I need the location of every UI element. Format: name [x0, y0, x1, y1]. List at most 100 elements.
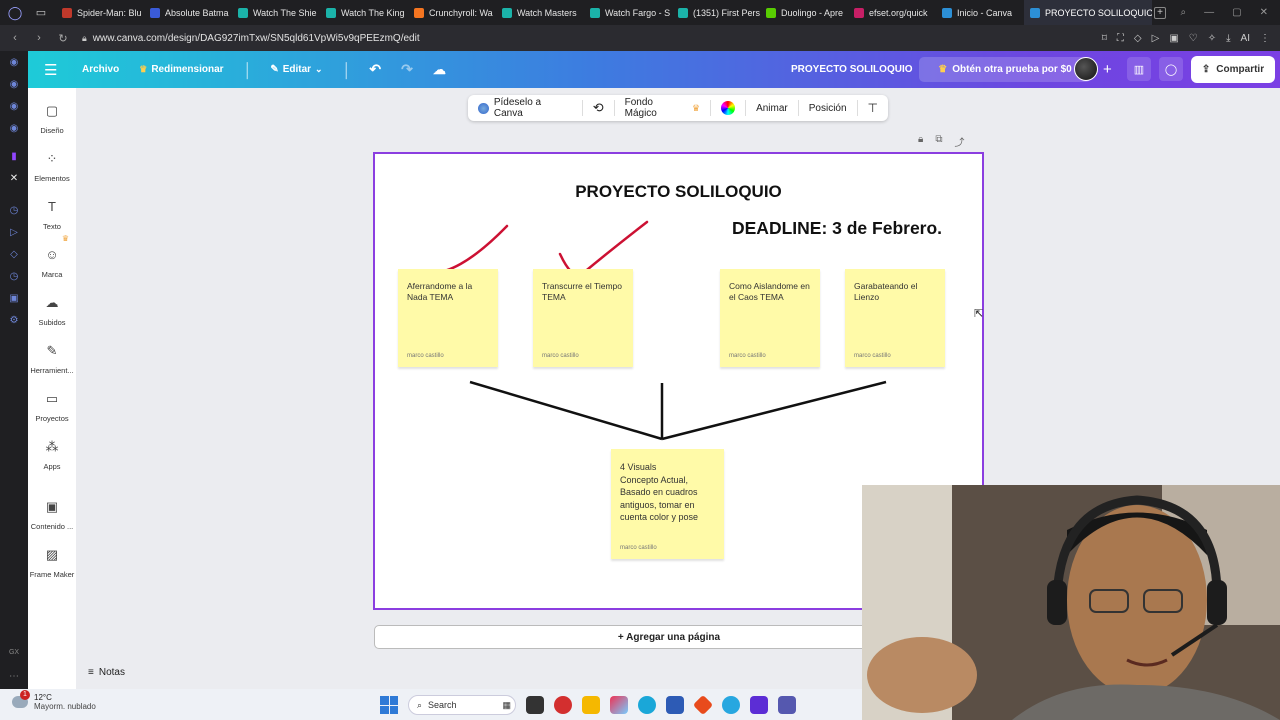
checkmark-2[interactable] — [558, 220, 649, 277]
sidebar-item-frame[interactable]: ▨ Frame Maker — [28, 546, 76, 579]
connector-left[interactable] — [469, 380, 663, 441]
ai-icon[interactable]: AI — [1241, 33, 1250, 44]
position-button[interactable]: Posición — [799, 95, 857, 121]
close-icon[interactable]: ✕ — [1260, 7, 1268, 18]
git-icon[interactable] — [692, 694, 714, 716]
gx-icon[interactable]: GX — [8, 649, 20, 661]
url-field[interactable]: www.canva.com/design/DAG927imTxw/SN5qld6… — [93, 33, 420, 44]
more-icon[interactable]: ⋯ — [8, 671, 20, 683]
sticky-note-summary[interactable]: 4 Visuals Concepto Actual, Basado en cua… — [611, 449, 724, 559]
bookmark-icon[interactable]: ⌑ — [1102, 33, 1107, 44]
x-icon[interactable]: ✕ — [8, 173, 20, 185]
back-icon[interactable]: ‹ — [6, 32, 24, 44]
lock-icon[interactable]: 🔒︎ — [918, 134, 923, 149]
minimize-icon[interactable]: — — [1204, 7, 1214, 18]
browser-tab[interactable]: Watch Fargo - S — [584, 0, 672, 25]
sidebar-item-brand[interactable]: ☺ Marca ♛ — [28, 234, 76, 279]
vscode-icon[interactable] — [722, 696, 740, 714]
taskbar-search[interactable]: ⌕ Search ▦ — [408, 695, 516, 715]
cube-icon[interactable]: ▣ — [8, 293, 20, 305]
redimensionar-button[interactable]: ♛ Redimensionar — [139, 64, 223, 75]
store-icon[interactable] — [666, 696, 684, 714]
maximize-icon[interactable]: ▢ — [1232, 7, 1241, 18]
magic-background-button[interactable]: Fondo Mágico ♛ — [615, 95, 710, 121]
menu-dots-icon[interactable]: ⋮ — [1260, 33, 1270, 44]
duplicate-icon[interactable]: ⧉ — [935, 134, 942, 149]
sidebar-item-layout[interactable]: ▢ Diseño — [28, 102, 76, 135]
download-icon[interactable]: ⤓ — [1226, 33, 1230, 44]
browser-tab[interactable]: Crunchyroll: Wa — [408, 0, 496, 25]
insights-icon[interactable]: ▥ — [1127, 57, 1151, 81]
archivo-menu[interactable]: Archivo — [82, 64, 119, 75]
share-button[interactable]: ⇪ Compartir — [1191, 56, 1275, 83]
color-button[interactable] — [711, 95, 745, 121]
mail-icon[interactable]: ◉ — [8, 101, 20, 113]
animate-button[interactable]: Animar — [746, 95, 798, 121]
shield-icon[interactable]: ◇ — [1134, 33, 1142, 44]
ask-canva-button[interactable]: Pídeselo a Canva — [468, 95, 582, 121]
wallet-icon[interactable]: ▣ — [1169, 33, 1178, 44]
messenger-icon[interactable]: ◉ — [8, 57, 20, 69]
sticky-note[interactable]: Como Aislandome en el Caos TEMA marco ca… — [720, 269, 820, 367]
undo-button[interactable]: ↶ — [369, 61, 381, 78]
browser-tab[interactable]: efset.org/quick — [848, 0, 936, 25]
reload-icon[interactable]: ↻ — [54, 32, 72, 45]
sidebar-item-apps[interactable]: ⁂ Apps — [28, 438, 76, 471]
screenshot-icon[interactable]: ⛶ — [1117, 33, 1124, 44]
browser-tab[interactable]: (1351) First Pers — [672, 0, 760, 25]
browser-logo-icon[interactable]: ◯ — [4, 2, 26, 24]
opera-gx-icon[interactable] — [554, 696, 572, 714]
edge-icon[interactable] — [638, 696, 656, 714]
play-icon[interactable]: ▷ — [1152, 33, 1160, 44]
settings-icon[interactable]: ⚙ — [8, 315, 20, 327]
heart-icon[interactable]: ♡ — [1189, 33, 1198, 44]
hamburger-menu-icon[interactable]: ☰ — [44, 61, 60, 79]
workspaces-icon[interactable]: ▭ — [32, 4, 50, 22]
visual-studio-icon[interactable] — [750, 696, 768, 714]
search-tabs-icon[interactable]: ⌕ — [1181, 7, 1187, 18]
sidebar-item-pen-tool[interactable]: ✎ Herramient... — [28, 342, 76, 375]
browser-tab[interactable]: Duolingo - Apre — [760, 0, 848, 25]
copilot-icon[interactable] — [610, 696, 628, 714]
connector-right[interactable] — [661, 380, 887, 441]
format-painter-button[interactable]: ⊤ — [858, 95, 888, 121]
sidebar-item-folder[interactable]: ▭ Proyectos — [28, 390, 76, 423]
sidebar-item-text[interactable]: T Texto — [28, 198, 76, 231]
refresh-button[interactable]: ⟲ — [583, 95, 614, 121]
windows-start-icon[interactable] — [380, 696, 398, 714]
pinboard-icon[interactable]: ◇ — [8, 249, 20, 261]
trial-button[interactable]: ♛ Obtén otra prueba por $0 — [919, 57, 1091, 82]
clock-icon[interactable]: ◷ — [8, 271, 20, 283]
add-page-icon[interactable]: ⤴ — [954, 134, 964, 149]
browser-tab[interactable]: Spider-Man: Blu — [56, 0, 144, 25]
task-view-icon[interactable] — [526, 696, 544, 714]
sticky-note[interactable]: Garabateando el Lienzo marco castillo — [845, 269, 945, 367]
instagram-icon[interactable]: ◉ — [8, 123, 20, 135]
history-icon[interactable]: ◷ — [8, 205, 20, 217]
cloud-save-icon[interactable]: ☁ — [433, 62, 446, 78]
browser-tab[interactable]: Absolute Batma — [144, 0, 232, 25]
notes-button[interactable]: ≡ Notas — [88, 667, 125, 678]
sidebar-item-upload-cloud[interactable]: ☁ Subidos — [28, 294, 76, 327]
design-title[interactable]: PROYECTO SOLILOQUIO — [791, 64, 913, 75]
contacts-icon[interactable]: ◉ — [8, 79, 20, 91]
browser-tab[interactable]: Watch The King — [320, 0, 408, 25]
teams-icon[interactable] — [778, 696, 796, 714]
browser-tab[interactable]: PROYECTO SOLILOQUIO — [1024, 0, 1152, 25]
forward-icon[interactable]: › — [30, 32, 48, 44]
browser-tab[interactable]: Inicio - Canva — [936, 0, 1024, 25]
sticky-note[interactable]: Transcurre el Tiempo TEMA marco castillo — [533, 269, 633, 367]
avatar[interactable] — [1074, 57, 1098, 81]
sidebar-item-image[interactable]: ▣ Contenido ... — [28, 498, 76, 531]
sidebar-item-shapes[interactable]: ⁘ Elementos — [28, 150, 76, 183]
checkmark-1[interactable] — [430, 224, 509, 274]
redo-button[interactable]: ↷ — [401, 61, 413, 78]
lock-icon[interactable]: 🔒︎ — [82, 33, 87, 44]
player-icon[interactable]: ▷ — [8, 227, 20, 239]
comment-icon[interactable]: ◯ — [1159, 57, 1183, 81]
browser-tab[interactable]: Watch Masters — [496, 0, 584, 25]
add-collaborator-icon[interactable]: + — [1103, 61, 1112, 78]
file-explorer-icon[interactable] — [582, 696, 600, 714]
editar-button[interactable]: ✎ Editar ⌄ — [270, 64, 322, 75]
weather-widget[interactable]: 1 12°C Mayorm. nublado — [12, 690, 96, 711]
